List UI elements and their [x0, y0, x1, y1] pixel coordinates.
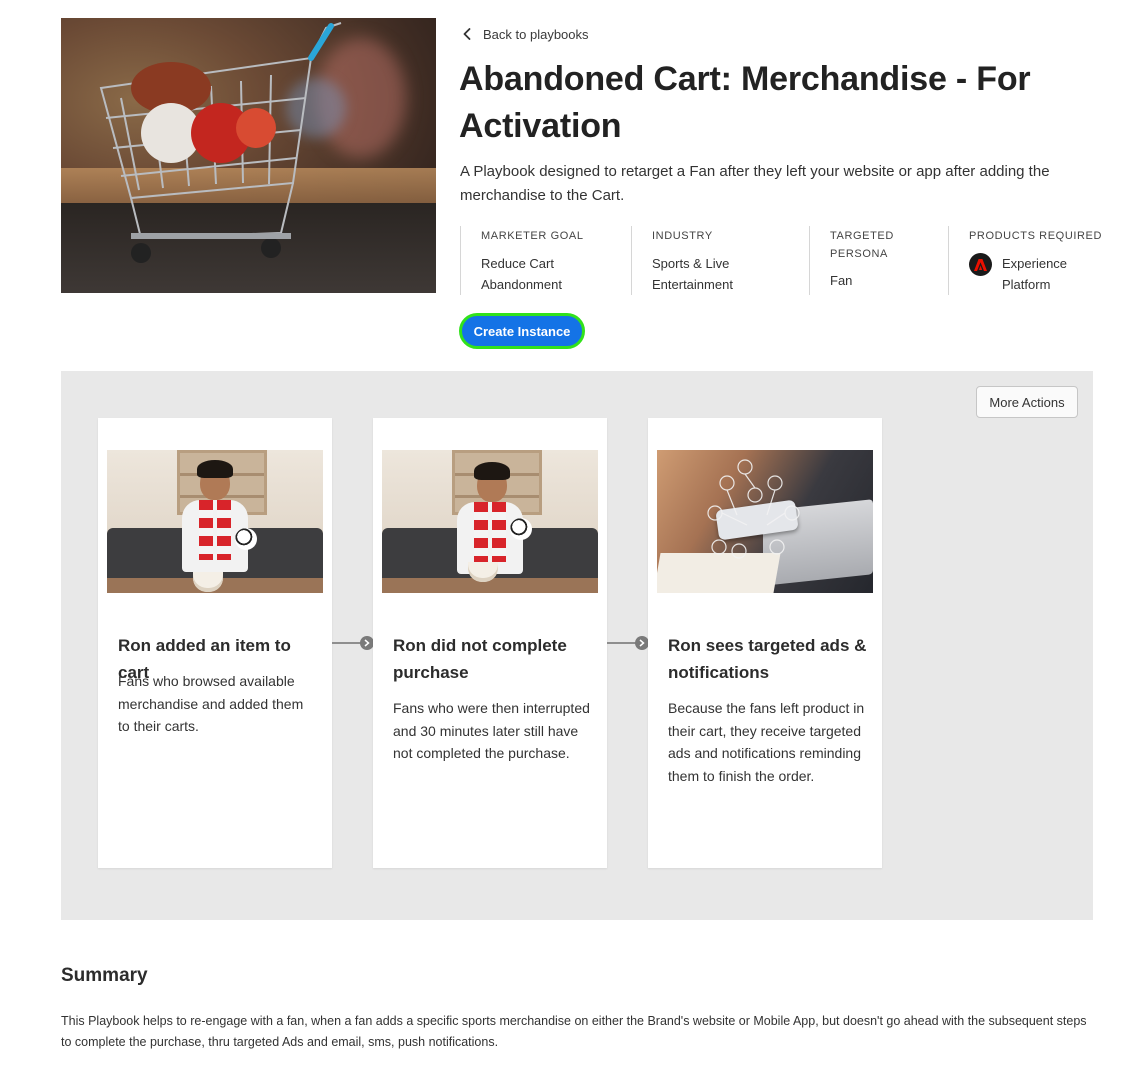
meta-label: TARGETED PERSONA — [830, 230, 894, 260]
meta-targeted-persona: TARGETED PERSONA Fan — [809, 226, 948, 295]
journey-panel: More Actions Ron added an item to cart F… — [61, 371, 1093, 920]
chevron-right-icon — [635, 636, 649, 650]
back-link-label: Back to playbooks — [483, 26, 589, 42]
step-description: Because the fans left product in their c… — [668, 700, 865, 784]
step-title: Ron sees targeted ads & notifications — [668, 636, 867, 682]
playbook-description: A Playbook designed to retarget a Fan af… — [460, 163, 1050, 204]
shopping-cart-illustration — [99, 22, 342, 263]
more-actions-button[interactable]: More Actions — [976, 386, 1078, 418]
page-title: Abandoned Cart: Merchandise - For Activa… — [459, 60, 1031, 145]
product-name: Experience Platform — [1002, 256, 1068, 292]
adobe-logo-icon — [969, 253, 992, 276]
meta-value: Reduce Cart Abandonment — [481, 256, 562, 292]
step-image-fan-cheering — [107, 450, 323, 593]
meta-label: PRODUCTS REQUIRED — [969, 230, 1103, 242]
step-description: Fans who browsed available merchandise a… — [118, 673, 304, 734]
journey-step-card: Ron did not complete purchase Fans who w… — [373, 418, 607, 868]
summary-heading: Summary — [61, 965, 148, 986]
playbook-metadata: MARKETER GOAL Reduce Cart Abandonment IN… — [460, 226, 1108, 295]
journey-step-card: Ron sees targeted ads & notifications Be… — [648, 418, 882, 868]
meta-marketer-goal: MARKETER GOAL Reduce Cart Abandonment — [460, 226, 631, 295]
meta-label: INDUSTRY — [652, 230, 713, 242]
chevron-left-icon — [460, 26, 473, 42]
meta-label: MARKETER GOAL — [481, 230, 584, 242]
journey-step-card: Ron added an item to cart Fans who brows… — [98, 418, 332, 868]
step-image-targeted-ads — [657, 450, 873, 593]
meta-value: Sports & Live Entertainment — [652, 256, 733, 292]
notification-icons-illustration — [707, 459, 800, 559]
step-image-fan-on-phone — [382, 450, 598, 593]
meta-value: Fan — [830, 273, 853, 288]
hero-image-shopping-cart — [61, 18, 436, 293]
summary-text: This Playbook helps to re-engage with a … — [61, 1014, 1087, 1049]
step-description: Fans who were then interrupted and 30 mi… — [393, 700, 590, 761]
step-title: Ron did not complete purchase — [393, 636, 567, 682]
meta-industry: INDUSTRY Sports & Live Entertainment — [631, 226, 809, 295]
product-item: Experience Platform — [969, 253, 1108, 295]
meta-products-required: PRODUCTS REQUIRED Experience Platform — [948, 226, 1108, 295]
create-instance-button[interactable]: Create Instance — [459, 313, 585, 349]
chevron-right-icon — [360, 636, 374, 650]
back-to-playbooks-link[interactable]: Back to playbooks — [460, 26, 589, 42]
